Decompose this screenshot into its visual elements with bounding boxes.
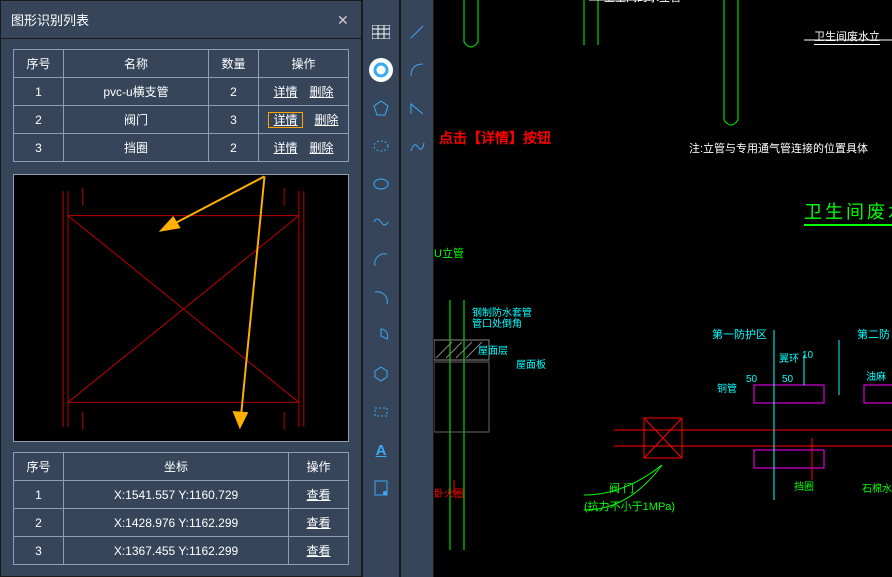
- label-zone1: 第一防护区: [712, 326, 767, 342]
- label-top1: 卫生间的水立管: [604, 0, 681, 5]
- label-n50a: 50: [746, 374, 757, 385]
- ellipse-dash-icon[interactable]: [369, 134, 393, 158]
- polygon-icon[interactable]: [369, 362, 393, 386]
- arc-tl-icon[interactable]: [369, 248, 393, 272]
- th-op2: 操作: [289, 453, 349, 481]
- pie-icon[interactable]: [369, 324, 393, 348]
- th-coord: 坐标: [64, 453, 289, 481]
- th-name: 名称: [64, 50, 209, 78]
- circle-bold-icon[interactable]: [369, 58, 393, 82]
- cad-canvas[interactable]: 点击【详情】按钮 卫生间的水立管 卫生间废水立 注:立管与专用通气管连接的位置具…: [434, 0, 892, 577]
- preview-canvas: [13, 174, 349, 442]
- label-fire: 卧火圈: [434, 485, 464, 500]
- label-n50b: 50: [782, 374, 793, 385]
- th-qty: 数量: [209, 50, 259, 78]
- big-title: 卫生间废水: [804, 198, 892, 226]
- ellipse-icon[interactable]: [369, 172, 393, 196]
- coord-table: 序号 坐标 操作 1 X:1541.557 Y:1160.729 查看 2 X:…: [13, 452, 349, 565]
- view-link[interactable]: 查看: [306, 488, 330, 502]
- pentagon-icon[interactable]: [369, 96, 393, 120]
- arc-br-icon[interactable]: [369, 286, 393, 310]
- arc-icon[interactable]: [405, 58, 429, 82]
- table-row: 1 X:1541.557 Y:1160.729 查看: [14, 481, 349, 509]
- left-panel: 图形识别列表 ✕ 序号 名称 数量 操作 1 pvc-u横支管 2 详情删除 2: [0, 0, 362, 577]
- label-waterproof: 钢制防水套管 管口处倒角: [472, 308, 532, 330]
- table-row: 2 阀门 3 详情删除: [14, 106, 349, 134]
- page-icon[interactable]: [369, 476, 393, 500]
- delete-link[interactable]: 删除: [310, 85, 334, 99]
- instruction-annotation: 点击【详情】按钮: [439, 128, 551, 148]
- view-link[interactable]: 查看: [306, 516, 330, 530]
- rect-dash-icon[interactable]: [369, 400, 393, 424]
- label-upipe: U立管: [434, 245, 464, 261]
- table-icon[interactable]: [369, 20, 393, 44]
- label-note: 注:立管与专用通气管连接的位置具体: [689, 140, 868, 156]
- th-op: 操作: [259, 50, 349, 78]
- label-n10: 10: [802, 350, 813, 361]
- table-row: 3 挡圈 2 详情删除: [14, 134, 349, 162]
- line-icon[interactable]: [405, 20, 429, 44]
- recognition-table: 序号 名称 数量 操作 1 pvc-u横支管 2 详情删除 2 阀门 3 详情删…: [13, 49, 349, 162]
- panel-title: 图形识别列表: [11, 10, 337, 29]
- label-stone: 石棉水: [862, 480, 892, 495]
- panel-titlebar: 图形识别列表 ✕: [1, 1, 361, 39]
- tool-strip-left: A: [362, 0, 400, 577]
- table-row: 1 pvc-u横支管 2 详情删除: [14, 78, 349, 106]
- table-row: 2 X:1428.976 Y:1162.299 查看: [14, 509, 349, 537]
- detail-link[interactable]: 详情: [273, 85, 297, 99]
- label-pressure: (抗力不小于1MPa): [584, 498, 675, 514]
- view-link[interactable]: 查看: [306, 544, 330, 558]
- detail-link[interactable]: 详情: [273, 141, 297, 155]
- wave-icon[interactable]: [369, 210, 393, 234]
- label-ring: 翼环: [779, 350, 799, 365]
- label-zone2: 第二防: [857, 326, 890, 342]
- label-floor: 屋面层: [478, 342, 508, 357]
- tool-strip-right: [400, 0, 434, 577]
- label-stop: 挡圈: [794, 478, 814, 493]
- label-grease: 油麻: [866, 368, 886, 383]
- angle-icon[interactable]: [405, 96, 429, 120]
- delete-link[interactable]: 删除: [310, 141, 334, 155]
- th-no2: 序号: [14, 453, 64, 481]
- spline-icon[interactable]: [405, 134, 429, 158]
- delete-link[interactable]: 删除: [315, 113, 339, 127]
- close-icon[interactable]: ✕: [337, 13, 351, 27]
- label-floor2: 屋面板: [516, 356, 546, 371]
- recognition-table-wrap: 序号 名称 数量 操作 1 pvc-u横支管 2 详情删除 2 阀门 3 详情删…: [1, 39, 361, 168]
- table-row: 3 X:1367.455 Y:1162.299 查看: [14, 537, 349, 565]
- label-pipe: 铜管: [717, 380, 737, 395]
- letter-a-icon[interactable]: A: [369, 438, 393, 462]
- th-no: 序号: [14, 50, 64, 78]
- label-valve: 阀 门: [609, 480, 634, 496]
- coord-table-wrap: 序号 坐标 操作 1 X:1541.557 Y:1160.729 查看 2 X:…: [1, 442, 361, 575]
- detail-link-highlighted[interactable]: 详情: [268, 112, 302, 128]
- label-top2: 卫生间废水立: [814, 28, 880, 45]
